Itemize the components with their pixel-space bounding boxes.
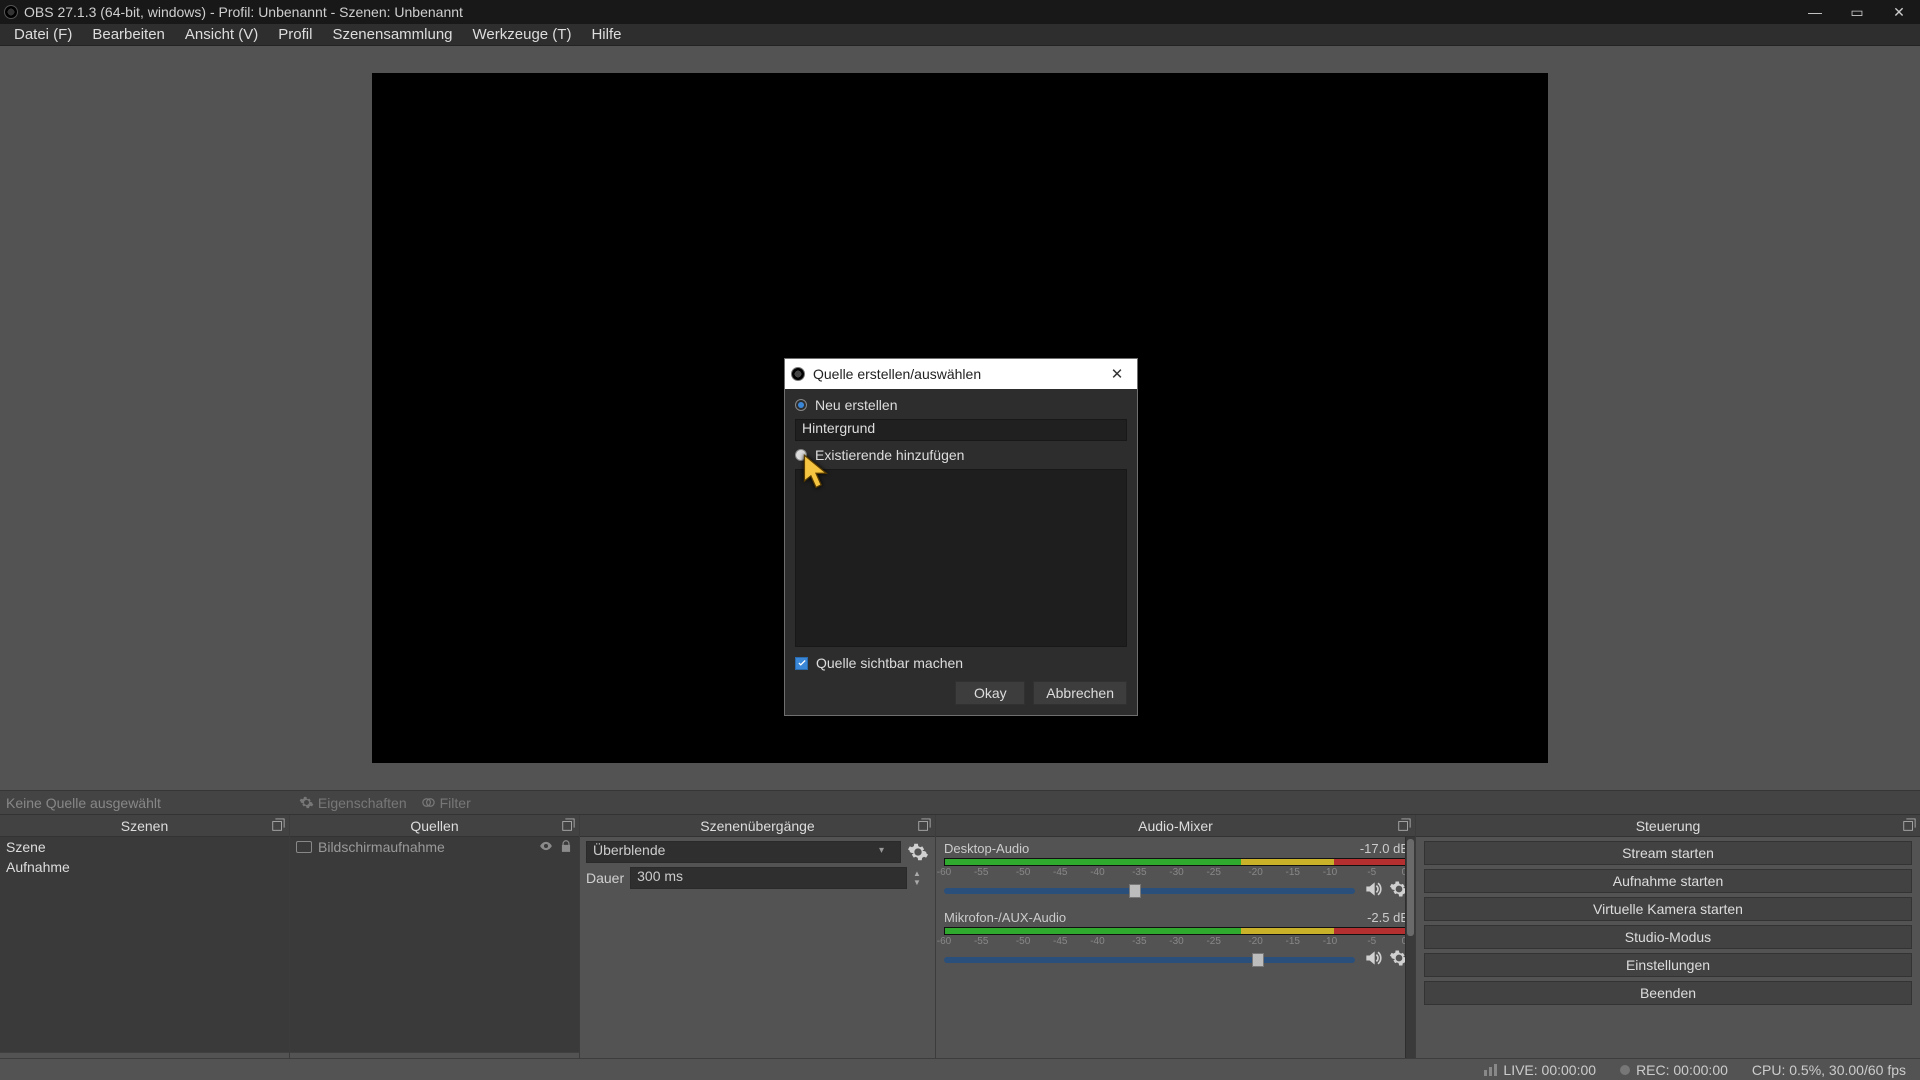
radio-create-new[interactable]: Neu erstellen: [795, 397, 1127, 413]
radio-icon: [795, 449, 807, 461]
make-visible-checkbox[interactable]: Quelle sichtbar machen: [795, 655, 1127, 671]
dialog-ok-button[interactable]: Okay: [955, 681, 1025, 705]
checkbox-icon: [795, 657, 808, 670]
source-name-value: Hintergrund: [802, 420, 875, 436]
dialog-title: Quelle erstellen/auswählen: [813, 366, 981, 382]
dialog-body: Neu erstellen Hintergrund Existierende h…: [785, 389, 1137, 715]
dialog-titlebar[interactable]: Quelle erstellen/auswählen ✕: [785, 359, 1137, 389]
radio-add-existing[interactable]: Existierende hinzufügen: [795, 447, 1127, 463]
make-visible-label: Quelle sichtbar machen: [816, 655, 963, 671]
obs-logo-icon: [791, 367, 805, 381]
radio-existing-label: Existierende hinzufügen: [815, 447, 964, 463]
source-name-input[interactable]: Hintergrund: [795, 419, 1127, 441]
radio-icon: [795, 399, 807, 411]
dialog-cancel-button[interactable]: Abbrechen: [1033, 681, 1127, 705]
dialog-close-button[interactable]: ✕: [1097, 359, 1137, 389]
create-source-dialog: Quelle erstellen/auswählen ✕ Neu erstell…: [784, 358, 1138, 716]
existing-sources-listbox[interactable]: [795, 469, 1127, 647]
radio-new-label: Neu erstellen: [815, 397, 898, 413]
dialog-layer: Quelle erstellen/auswählen ✕ Neu erstell…: [0, 0, 1920, 1080]
